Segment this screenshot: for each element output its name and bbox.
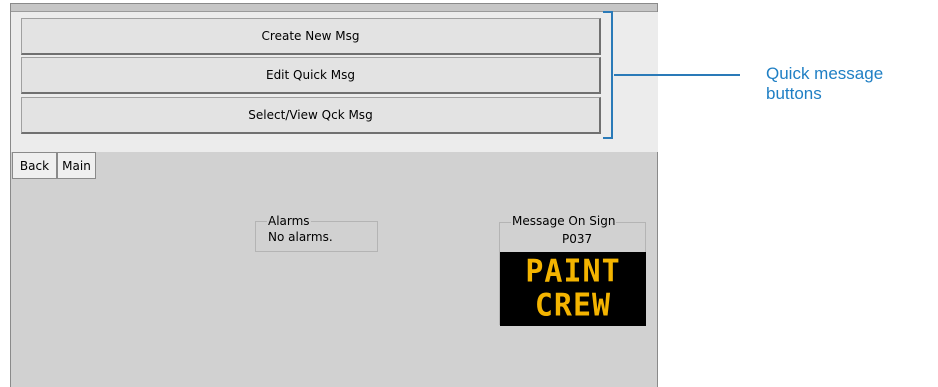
window-top-bar [11, 4, 657, 12]
quick-message-buttons-callout: Quick message buttons [766, 64, 936, 104]
message-on-sign-label: Message On Sign [511, 214, 617, 228]
quick-message-panel: Create New Msg Edit Quick Msg Select/Vie… [11, 12, 658, 152]
select-view-qck-msg-button[interactable]: Select/View Qck Msg [21, 97, 601, 134]
callout-leader-line [614, 74, 740, 76]
sign-message-code: P037 [562, 232, 593, 246]
callout-line-2: buttons [766, 84, 822, 103]
sign-line-1: PAINT [525, 253, 621, 290]
create-new-msg-button[interactable]: Create New Msg [21, 18, 601, 55]
back-button[interactable]: Back [12, 152, 57, 179]
sign-line-2: CREW [534, 287, 612, 324]
sign-display: PAINT CREW [500, 252, 646, 326]
callout-bracket [603, 11, 613, 139]
main-button[interactable]: Main [57, 152, 96, 179]
edit-quick-msg-button[interactable]: Edit Quick Msg [21, 57, 601, 94]
app-window: Create New Msg Edit Quick Msg Select/Vie… [10, 3, 658, 387]
callout-line-1: Quick message [766, 64, 884, 83]
alarms-label: Alarms [267, 214, 311, 228]
alarms-status: No alarms. [268, 230, 333, 244]
